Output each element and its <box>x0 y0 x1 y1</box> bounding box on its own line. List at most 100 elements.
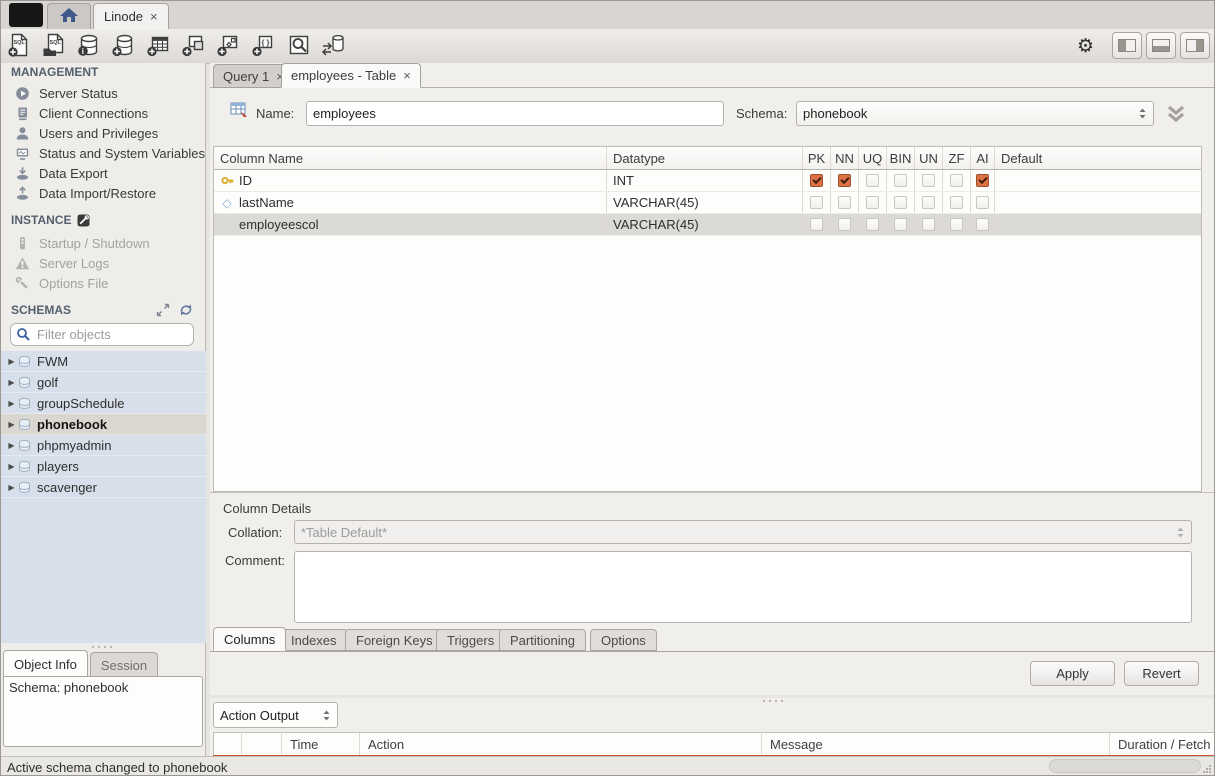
tab-session[interactable]: Session <box>90 652 158 677</box>
checkbox-uq[interactable] <box>859 192 887 213</box>
column-row-lastname[interactable]: ◇lastName VARCHAR(45) <box>214 192 1201 214</box>
schema-row-players[interactable]: ▶ players <box>1 456 206 477</box>
expander-icon[interactable]: ▶ <box>5 441 18 450</box>
default-value-cell[interactable] <box>995 170 1201 191</box>
schema-row-phpmyadmin[interactable]: ▶ phpmyadmin <box>1 435 206 456</box>
schema-row-fwm[interactable]: ▶ FWM <box>1 351 206 372</box>
sidebar-item-server-status[interactable]: Server Status <box>1 83 206 103</box>
expander-icon[interactable]: ▶ <box>5 399 18 408</box>
table-name-input[interactable] <box>306 101 724 126</box>
expander-icon[interactable]: ▶ <box>5 483 18 492</box>
title-tab-bar: Linode × <box>1 1 1214 30</box>
tab-indexes[interactable]: Indexes <box>280 629 348 651</box>
tab-object-info[interactable]: Object Info <box>3 650 88 677</box>
sidebar-splitter-grip[interactable] <box>91 645 113 649</box>
expand-schemas-icon[interactable] <box>156 303 170 317</box>
status-message: Active schema changed to phonebook <box>7 760 227 775</box>
schema-row-phonebook[interactable]: ▶ phonebook <box>1 414 206 435</box>
schema-select[interactable]: phonebook <box>796 101 1154 126</box>
tab-employees-table[interactable]: employees - Table× <box>281 63 421 88</box>
tab-columns[interactable]: Columns <box>213 627 286 651</box>
column-row-id[interactable]: ID INT <box>214 170 1201 192</box>
checkbox-ai[interactable] <box>971 170 995 191</box>
revert-button[interactable]: Revert <box>1124 661 1199 686</box>
checkbox-un[interactable] <box>915 214 943 235</box>
tab-partitioning[interactable]: Partitioning <box>499 629 586 651</box>
expander-icon[interactable]: ▶ <box>5 378 18 387</box>
expander-icon[interactable]: ▶ <box>5 462 18 471</box>
schema-row-golf[interactable]: ▶ golf <box>1 372 206 393</box>
toggle-bottom-panel-button[interactable] <box>1146 32 1176 59</box>
create-stored-procedure-button[interactable] <box>215 31 243 60</box>
toggle-left-panel-button[interactable] <box>1112 32 1142 59</box>
checkbox-nn[interactable] <box>831 170 859 191</box>
checkbox-bin[interactable] <box>887 214 915 235</box>
checkbox-zf[interactable] <box>943 214 971 235</box>
toggle-right-panel-button[interactable] <box>1180 32 1210 59</box>
close-icon[interactable]: × <box>150 9 158 24</box>
tab-foreign-keys[interactable]: Foreign Keys <box>345 629 444 651</box>
column-row-employeescol[interactable]: employeescol VARCHAR(45) <box>214 214 1201 236</box>
checkbox-un[interactable] <box>915 192 943 213</box>
checkbox-uq[interactable] <box>859 214 887 235</box>
expand-form-chevrons-icon[interactable] <box>1164 104 1188 127</box>
sidebar-item-data-import[interactable]: Data Import/Restore <box>1 183 206 203</box>
output-splitter-grip[interactable] <box>762 699 784 703</box>
tab-triggers[interactable]: Triggers <box>436 629 505 651</box>
preferences-gear-icon[interactable]: ⚙ <box>1077 35 1094 57</box>
checkbox-zf[interactable] <box>943 192 971 213</box>
sidebar-item-status-system-variables[interactable]: Status and System Variables <box>1 143 206 163</box>
sidebar-item-startup-shutdown[interactable]: Startup / Shutdown <box>1 233 206 253</box>
checkbox-ai[interactable] <box>971 214 995 235</box>
collation-select[interactable]: *Table Default* <box>294 520 1192 544</box>
checkbox-pk[interactable] <box>803 192 831 213</box>
sidebar-item-options-file[interactable]: Options File <box>1 273 206 293</box>
comment-textarea[interactable] <box>294 551 1192 623</box>
home-tab[interactable] <box>47 3 91 29</box>
open-sql-script-button[interactable]: SQL <box>40 31 68 60</box>
apply-button[interactable]: Apply <box>1030 661 1115 686</box>
inspect-database-button[interactable]: i <box>75 31 103 60</box>
tab-options[interactable]: Options <box>590 629 657 651</box>
checkbox-nn[interactable] <box>831 192 859 213</box>
checkbox-bin[interactable] <box>887 170 915 191</box>
schema-row-groupschedule[interactable]: ▶ groupSchedule <box>1 393 206 414</box>
expander-icon[interactable]: ▶ <box>5 357 18 366</box>
sidebar-item-client-connections[interactable]: Client Connections <box>1 103 206 123</box>
function-plus-icon: { } <box>251 33 277 58</box>
create-table-button[interactable] <box>145 31 173 60</box>
schema-row-scavenger[interactable]: ▶ scavenger <box>1 477 206 498</box>
sidebar-item-data-export[interactable]: Data Export <box>1 163 206 183</box>
checkbox-nn[interactable] <box>831 214 859 235</box>
view-plus-icon <box>181 33 207 58</box>
schema-filter-input[interactable] <box>35 326 188 343</box>
app-menu-button[interactable] <box>9 3 43 27</box>
checkbox-zf[interactable] <box>943 170 971 191</box>
search-table-data-button[interactable] <box>285 31 313 60</box>
checkbox-pk[interactable] <box>803 170 831 191</box>
create-view-button[interactable] <box>180 31 208 60</box>
checkbox-un[interactable] <box>915 170 943 191</box>
horizontal-scrollbar-thumb[interactable] <box>1049 759 1201 773</box>
checkbox-uq[interactable] <box>859 170 887 191</box>
schema-label: Schema: <box>736 106 787 121</box>
checkbox-bin[interactable] <box>887 192 915 213</box>
header-nn: NN <box>831 147 859 169</box>
reconnect-database-button[interactable] <box>320 31 348 60</box>
expander-icon[interactable]: ▶ <box>5 420 18 429</box>
connection-tab[interactable]: Linode × <box>93 3 169 29</box>
sidebar-item-server-logs[interactable]: Server Logs <box>1 253 206 273</box>
create-function-button[interactable]: { } <box>250 31 278 60</box>
checkbox-pk[interactable] <box>803 214 831 235</box>
output-selector[interactable]: Action Output <box>213 702 338 728</box>
close-icon[interactable]: × <box>403 68 411 83</box>
checkbox-ai[interactable] <box>971 192 995 213</box>
data-import-icon <box>15 186 30 201</box>
refresh-schemas-icon[interactable] <box>179 303 193 317</box>
sidebar-item-users-privileges[interactable]: Users and Privileges <box>1 123 206 143</box>
new-sql-tab-button[interactable]: SQL <box>5 31 33 60</box>
window-resize-grip[interactable] <box>1202 764 1212 774</box>
default-value-cell[interactable] <box>995 214 1201 235</box>
create-schema-button[interactable] <box>110 31 138 60</box>
default-value-cell[interactable] <box>995 192 1201 213</box>
